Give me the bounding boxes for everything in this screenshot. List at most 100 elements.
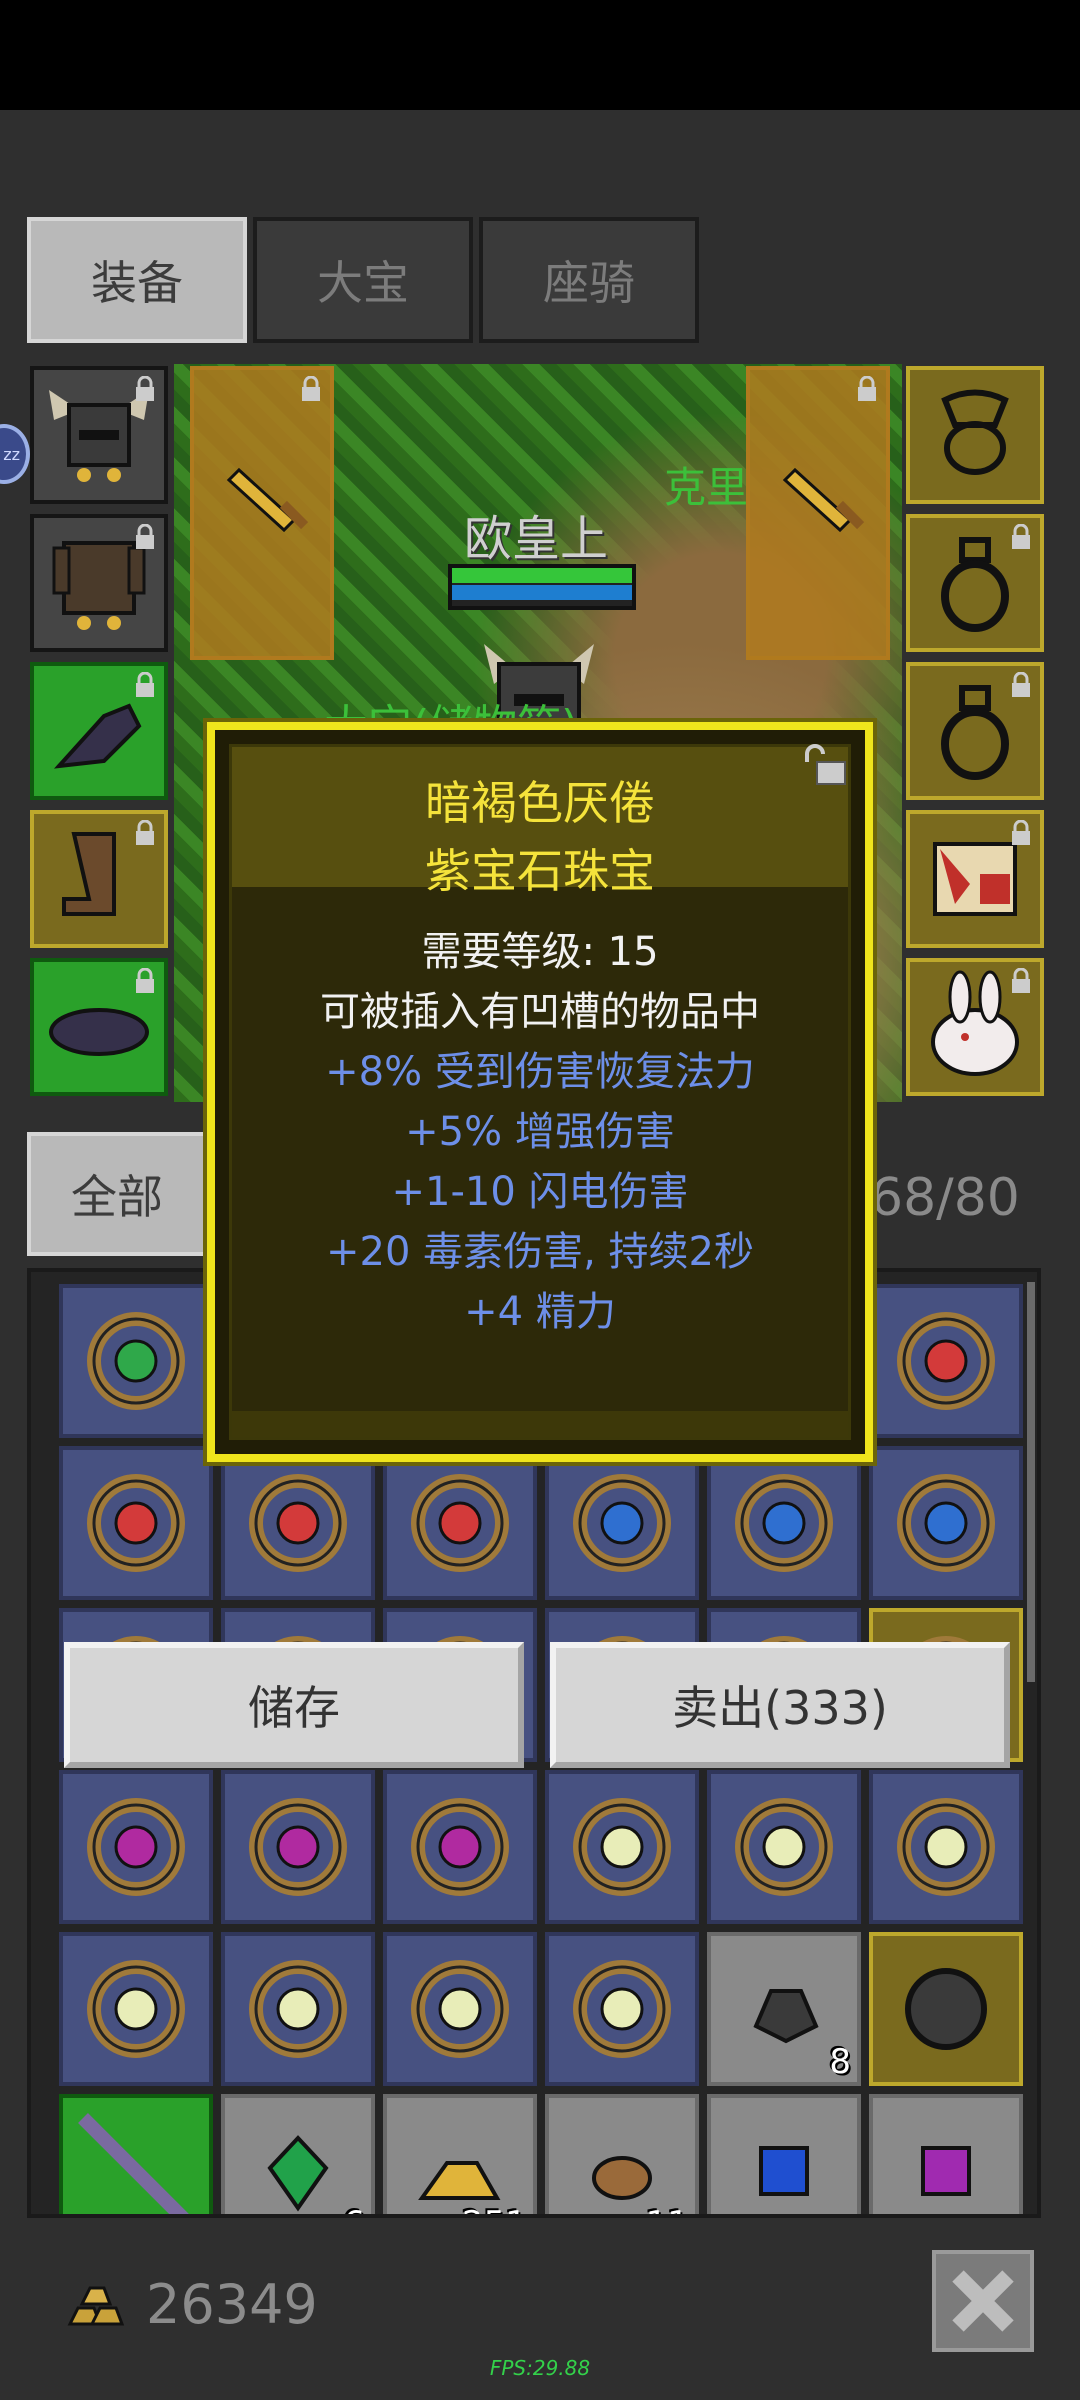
left-weapon-slot[interactable] <box>190 366 334 660</box>
item-description: 可被插入有凹槽的物品中 <box>320 989 760 1035</box>
jewel-icon <box>573 1474 671 1572</box>
item-requirement: 需要等级: 15 <box>421 929 659 975</box>
item-stat: +4 精力 <box>464 1289 616 1335</box>
inventory-slot[interactable] <box>545 1770 699 1924</box>
item-stat: +8% 受到伤害恢复法力 <box>325 1049 755 1095</box>
npc-name: 克里 <box>664 463 749 512</box>
inventory-slot[interactable] <box>221 1932 375 2086</box>
health-bar <box>452 568 632 583</box>
inventory-slot[interactable] <box>383 1446 537 1600</box>
inventory-slot[interactable] <box>707 2094 861 2214</box>
fps-counter: FPS:29.88 <box>489 2356 591 2380</box>
charm-slot[interactable] <box>906 810 1044 948</box>
inventory-slot[interactable] <box>869 1932 1023 2086</box>
right-weapon-slot[interactable] <box>746 366 890 660</box>
lock-icon <box>858 376 876 401</box>
jewel-icon <box>735 1798 833 1896</box>
inventory-slot[interactable] <box>545 1446 699 1600</box>
item-stat: +20 毒素伤害, 持续2秒 <box>325 1229 754 1275</box>
sword-icon <box>226 467 309 533</box>
lock-icon <box>136 968 154 993</box>
armor-slot[interactable] <box>30 514 168 652</box>
helmet-slot[interactable] <box>30 366 168 504</box>
mana-bar <box>452 585 632 600</box>
inventory-slot[interactable] <box>707 1770 861 1924</box>
close-icon <box>952 2270 1014 2332</box>
item-quantity: 6 <box>343 2204 365 2214</box>
inventory-scrollbar[interactable] <box>1027 1282 1035 1682</box>
jewel-icon <box>87 1474 185 1572</box>
inventory-slot[interactable] <box>59 2094 213 2214</box>
lock-icon <box>136 672 154 697</box>
inventory-slot[interactable] <box>869 2094 1023 2214</box>
item-name-line1: 暗褐色厌倦 <box>425 776 655 830</box>
dark-orb-icon <box>905 1968 987 2050</box>
tooltip-footer <box>232 1411 848 1437</box>
jewel-icon <box>897 1474 995 1572</box>
tab-dabao[interactable]: 大宝 <box>253 217 473 343</box>
inventory-slot[interactable] <box>59 1446 213 1600</box>
tab-mount[interactable]: 座骑 <box>479 217 699 343</box>
item-stat: +5% 增强伤害 <box>405 1109 675 1155</box>
jewel-icon <box>735 1474 833 1572</box>
lock-icon <box>1012 820 1030 845</box>
inventory-slot[interactable]: 6 <box>221 2094 375 2214</box>
tooltip-body: 暗褐色厌倦 紫宝石珠宝 需要等级: 15 可被插入有凹槽的物品中 +8% 受到伤… <box>229 744 851 1440</box>
ring-slot-2[interactable] <box>906 662 1044 800</box>
inventory-slot[interactable] <box>383 1932 537 2086</box>
inventory-slot[interactable] <box>707 1446 861 1600</box>
jewel-icon <box>897 1798 995 1896</box>
inventory-slot[interactable] <box>221 1770 375 1924</box>
unlock-icon[interactable] <box>801 744 851 788</box>
inventory-slot[interactable] <box>869 1284 1023 1438</box>
category-tab-all[interactable]: 全部 <box>27 1132 207 1256</box>
amulet-icon <box>941 389 1009 475</box>
ring-slot-1[interactable] <box>906 514 1044 652</box>
store-button[interactable]: 储存 <box>64 1642 524 1768</box>
boots-slot[interactable] <box>30 810 168 948</box>
inventory-slot[interactable]: 8 <box>707 1932 861 2086</box>
jewel-icon <box>87 1312 185 1410</box>
jewel-icon <box>411 1474 509 1572</box>
inventory-slot[interactable] <box>869 1446 1023 1600</box>
sell-button[interactable]: 卖出(333) <box>550 1642 1010 1768</box>
emerald-icon <box>267 2135 329 2212</box>
gloves-slot[interactable] <box>30 662 168 800</box>
lock-icon <box>136 524 154 549</box>
pet-slot[interactable] <box>906 958 1044 1096</box>
jewel-icon <box>249 1960 347 2058</box>
inventory-slot[interactable] <box>59 1284 213 1438</box>
player-health-mana-bar <box>448 564 636 610</box>
ore-icon <box>592 2156 652 2200</box>
gold-amount: 26349 <box>146 2273 318 2336</box>
belt-slot[interactable] <box>30 958 168 1096</box>
inventory-slot[interactable] <box>221 1446 375 1600</box>
item-stat: +1-10 闪电伤害 <box>391 1169 689 1215</box>
lock-icon <box>1012 524 1030 549</box>
jewel-icon <box>249 1798 347 1896</box>
sleep-badge[interactable]: zz <box>0 424 30 484</box>
tab-equipment[interactable]: 装备 <box>27 217 247 343</box>
inventory-slot[interactable]: 251 <box>383 2094 537 2214</box>
jewel-icon <box>87 1798 185 1896</box>
amulet-slot[interactable] <box>906 366 1044 504</box>
inventory-capacity: 68/80 <box>870 1168 1020 1228</box>
item-quantity: 11 <box>646 2204 689 2214</box>
inventory-slot[interactable]: 11 <box>545 2094 699 2214</box>
player-name: 欧皇上 <box>464 511 609 567</box>
inventory-slot[interactable] <box>59 1932 213 2086</box>
close-button[interactable] <box>932 2250 1034 2352</box>
status-bar <box>0 0 1080 110</box>
item-quantity: 251 <box>462 2204 527 2214</box>
inventory-slot[interactable] <box>545 1932 699 2086</box>
inventory-slot[interactable] <box>869 1770 1023 1924</box>
lock-icon <box>136 820 154 845</box>
item-name-line2: 紫宝石珠宝 <box>425 844 655 898</box>
inventory-slot[interactable] <box>59 1770 213 1924</box>
gold-pile-icon <box>418 2161 501 2200</box>
jewel-icon <box>411 1798 509 1896</box>
inventory-slot[interactable] <box>383 1770 537 1924</box>
equipment-tabs: 装备 大宝 座骑 <box>27 217 699 343</box>
jewel-icon <box>249 1474 347 1572</box>
jewel-icon <box>411 1960 509 2058</box>
